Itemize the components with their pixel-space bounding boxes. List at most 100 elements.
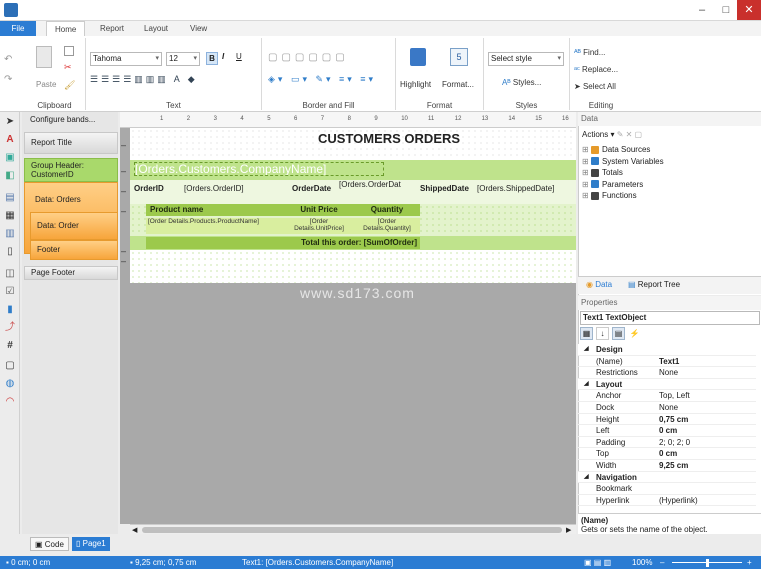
styles-button[interactable]: Aᴮ Styles... bbox=[502, 78, 541, 87]
property-value[interactable]: 2; 0; 2; 0 bbox=[659, 437, 690, 449]
delete-icon[interactable]: ✎ ✕ ▢ bbox=[617, 130, 642, 139]
close-button[interactable]: ✕ bbox=[737, 0, 761, 20]
tab-data[interactable]: ◉ Data bbox=[586, 280, 612, 289]
property-value[interactable]: 9,25 cm bbox=[659, 460, 688, 472]
report-title-text[interactable]: CUSTOMERS ORDERS bbox=[318, 131, 460, 146]
cellular-text-tool-icon[interactable]: ▢ bbox=[4, 360, 16, 372]
text-tool-icon[interactable]: A bbox=[4, 134, 16, 146]
property-value[interactable]: 0 cm bbox=[659, 425, 677, 437]
property-row[interactable]: Anchor Top, Left bbox=[578, 390, 756, 402]
tab-view[interactable]: View bbox=[182, 21, 215, 36]
tab-page1[interactable]: ▯ Page1 bbox=[72, 537, 110, 551]
expand-icon[interactable]: ⊞ bbox=[582, 157, 591, 166]
property-category[interactable]: ◢ Navigation bbox=[578, 471, 756, 484]
undo-icon[interactable]: ↶ bbox=[4, 54, 12, 65]
tab-code[interactable]: ▣ Code bbox=[30, 537, 69, 551]
company-name-text[interactable]: [Orders.Customers.CompanyName] bbox=[134, 162, 384, 176]
format-button[interactable]: Format... bbox=[442, 80, 474, 89]
checkbox-tool-icon[interactable]: ☑ bbox=[4, 286, 16, 298]
zoom-out-button[interactable]: – bbox=[660, 556, 664, 569]
pointer-tool-icon[interactable]: ➤ bbox=[4, 116, 16, 128]
property-row[interactable]: Bookmark bbox=[578, 483, 756, 495]
val-qty-cell[interactable]: [Order Details.Quantity] bbox=[354, 218, 420, 234]
highlight-icon[interactable] bbox=[410, 48, 426, 66]
gauge-tool-icon[interactable]: ◠ bbox=[4, 396, 16, 408]
configure-bands-button[interactable]: Configure bands... bbox=[22, 112, 118, 128]
tab-file[interactable]: File bbox=[0, 21, 36, 36]
tab-report-tree[interactable]: ▤ Report Tree bbox=[628, 280, 680, 289]
band-footer[interactable]: Footer bbox=[30, 240, 118, 260]
col-qty-header[interactable]: Quantity bbox=[354, 204, 420, 216]
minimize-button[interactable]: – bbox=[690, 0, 714, 20]
band-data-order[interactable]: Data: Order bbox=[30, 212, 118, 240]
table-tool-icon[interactable]: ▦ bbox=[4, 210, 16, 222]
property-category[interactable]: ◢ Design bbox=[578, 344, 756, 356]
subreport-tool-icon[interactable]: ▤ bbox=[4, 192, 16, 204]
font-size-combo[interactable]: 12 ▾ bbox=[166, 52, 200, 66]
property-row[interactable]: Restrictions None bbox=[578, 367, 756, 379]
property-value[interactable]: Text1 bbox=[659, 356, 679, 368]
collapse-report-title[interactable]: – bbox=[121, 140, 126, 150]
highlight-button[interactable]: Highlight bbox=[400, 80, 431, 89]
scroll-right-icon[interactable]: ▶ bbox=[566, 526, 571, 534]
paste-button[interactable]: Paste bbox=[36, 80, 56, 89]
data-tree-item[interactable]: ⊞ Data Sources bbox=[582, 145, 650, 154]
properties-icon[interactable]: ▤ bbox=[612, 327, 625, 340]
redo-icon[interactable]: ↷ bbox=[4, 74, 12, 85]
sort-az-icon[interactable]: ↓ bbox=[596, 327, 609, 340]
col-price-header[interactable]: Unit Price bbox=[284, 204, 354, 216]
italic-button[interactable]: I bbox=[222, 52, 224, 61]
alignment-icons[interactable]: ☰☰☰☰▥▥▥ A ◆ bbox=[90, 74, 198, 85]
sparkline-tool-icon[interactable]: ⤴ bbox=[4, 322, 16, 334]
property-category[interactable]: ◢ Layout bbox=[578, 378, 756, 391]
orderid-label[interactable]: OrderID bbox=[134, 184, 164, 193]
copy-icon[interactable] bbox=[64, 46, 74, 56]
band-group-header[interactable]: Group Header: CustomerID bbox=[24, 158, 118, 182]
format-icon[interactable]: 5 bbox=[450, 48, 468, 66]
orderdate-value[interactable]: [Orders.OrderDat bbox=[339, 180, 411, 189]
barcode-tool-icon[interactable]: ▯ bbox=[4, 246, 16, 258]
shape-tool-icon[interactable]: ◧ bbox=[4, 170, 16, 182]
property-row[interactable]: Dock None bbox=[578, 402, 756, 414]
expand-icon[interactable]: ⊞ bbox=[582, 168, 591, 177]
events-icon[interactable]: ⚡ bbox=[628, 327, 641, 340]
fill-color-icons[interactable]: ◈▾ ▭▾ ✎▾ ≡▾ ≡▾ bbox=[268, 74, 376, 85]
val-product-cell[interactable]: [Order Details.Products.ProductName] bbox=[146, 218, 284, 234]
collapse-page-footer[interactable]: – bbox=[121, 256, 126, 266]
categorized-icon[interactable]: ▦ bbox=[580, 327, 593, 340]
matrix-tool-icon[interactable]: ▥ bbox=[4, 228, 16, 240]
chart-tool-icon[interactable]: ▮ bbox=[4, 304, 16, 316]
shippeddate-label[interactable]: ShippedDate bbox=[420, 184, 469, 193]
property-row[interactable]: Top 0 cm bbox=[578, 448, 756, 460]
data-tree-item[interactable]: ⊞ System Variables bbox=[582, 157, 664, 166]
property-value[interactable]: None bbox=[659, 402, 678, 414]
underline-button[interactable]: U bbox=[236, 52, 242, 61]
orderdate-label[interactable]: OrderDate bbox=[292, 184, 331, 193]
property-value[interactable]: Top, Left bbox=[659, 390, 690, 402]
tab-layout[interactable]: Layout bbox=[136, 21, 176, 36]
find-button[interactable]: ᴬᴮ Find... bbox=[574, 48, 605, 57]
col-product-header[interactable]: Product name bbox=[146, 204, 284, 216]
map-tool-icon[interactable]: ◍ bbox=[4, 378, 16, 390]
collapse-icon[interactable]: ◢ bbox=[584, 344, 589, 356]
border-lines-icons[interactable]: ▢▢▢▢▢▢ bbox=[268, 52, 349, 63]
collapse-group-header[interactable]: – bbox=[121, 166, 126, 176]
scroll-thumb[interactable] bbox=[142, 527, 562, 533]
val-price-cell[interactable]: [Order Details.UnitPrice] bbox=[284, 218, 354, 234]
scroll-left-icon[interactable]: ◀ bbox=[132, 526, 137, 534]
zoom-in-button[interactable]: + bbox=[747, 556, 752, 569]
expand-icon[interactable]: ⊞ bbox=[582, 191, 591, 200]
view-mode-icons[interactable]: ▣ ▤ ▥ bbox=[584, 556, 611, 569]
replace-button[interactable]: ᵃᶜ Replace... bbox=[574, 65, 618, 74]
property-row[interactable]: Height 0,75 cm bbox=[578, 414, 756, 426]
expand-icon[interactable]: ⊞ bbox=[582, 145, 591, 154]
paste-icon[interactable] bbox=[36, 46, 52, 68]
property-row[interactable]: Width 9,25 cm bbox=[578, 460, 756, 472]
data-tree-item[interactable]: ⊞ Parameters bbox=[582, 180, 643, 189]
zoom-slider-thumb[interactable] bbox=[706, 559, 709, 567]
orderid-value[interactable]: [Orders.OrderID] bbox=[184, 184, 244, 193]
shippeddate-value[interactable]: [Orders.ShippedDate] bbox=[477, 184, 554, 193]
maximize-button[interactable]: □ bbox=[714, 0, 738, 20]
bold-button[interactable]: B bbox=[206, 52, 218, 65]
property-value[interactable]: (Hyperlink) bbox=[659, 495, 698, 507]
